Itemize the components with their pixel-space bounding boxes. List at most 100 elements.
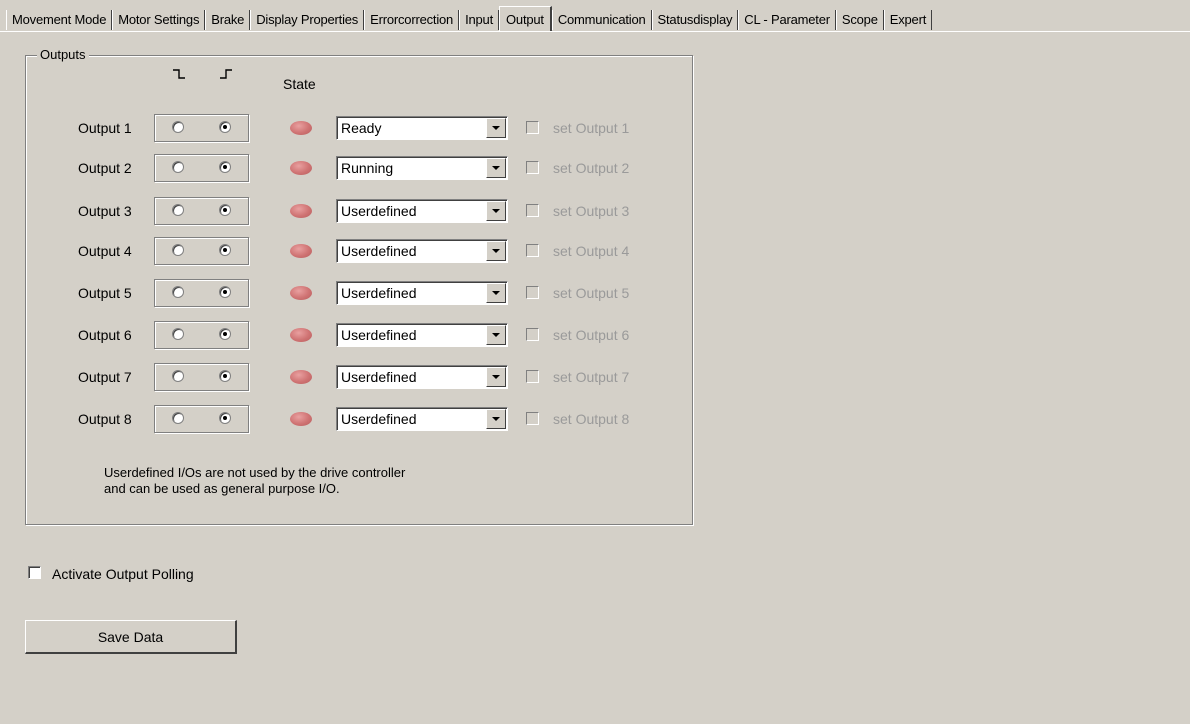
output-5-label: Output 5 bbox=[78, 285, 132, 301]
output-8-falling-edge-radio[interactable] bbox=[172, 412, 184, 424]
output-7-function-value: Userdefined bbox=[341, 369, 417, 385]
state-column-header: State bbox=[283, 76, 316, 92]
output-3-falling-edge-radio[interactable] bbox=[172, 204, 184, 216]
output-5-function-select[interactable]: Userdefined bbox=[336, 281, 508, 305]
output-4-label: Output 4 bbox=[78, 243, 132, 259]
tab-strip: Movement Mode Motor Settings Brake Display … bbox=[0, 0, 1190, 34]
output-row: Output 1 Ready set Output 1 bbox=[0, 114, 700, 142]
userdefined-note-line2: and can be used as general purpose I/O. bbox=[104, 481, 340, 496]
output-3-rising-edge-radio[interactable] bbox=[219, 204, 231, 216]
output-6-rising-edge-radio[interactable] bbox=[219, 328, 231, 340]
tab-communication[interactable]: Communication bbox=[551, 10, 652, 30]
save-data-button[interactable]: Save Data bbox=[25, 620, 237, 654]
output-3-function-value: Userdefined bbox=[341, 203, 417, 219]
output-1-function-select[interactable]: Ready bbox=[336, 116, 508, 140]
set-output-4-checkbox[interactable] bbox=[526, 244, 539, 257]
set-output-2-checkbox[interactable] bbox=[526, 161, 539, 174]
chevron-down-icon[interactable] bbox=[486, 325, 506, 345]
output-row: Output 5 Userdefined set Output 5 bbox=[0, 279, 700, 307]
output-7-function-select[interactable]: Userdefined bbox=[336, 365, 508, 389]
output-row: Output 7 Userdefined set Output 7 bbox=[0, 363, 700, 391]
tab-movement-mode[interactable]: Movement Mode bbox=[6, 10, 113, 30]
output-7-edge-group bbox=[154, 363, 249, 391]
output-5-state-led-icon bbox=[290, 286, 312, 300]
output-1-falling-edge-radio[interactable] bbox=[172, 121, 184, 133]
chevron-down-icon[interactable] bbox=[486, 158, 506, 178]
output-5-falling-edge-radio[interactable] bbox=[172, 286, 184, 298]
output-4-falling-edge-radio[interactable] bbox=[172, 244, 184, 256]
output-row: Output 4 Userdefined set Output 4 bbox=[0, 237, 700, 265]
set-output-1-label: set Output 1 bbox=[553, 120, 630, 136]
output-row: Output 3 Userdefined set Output 3 bbox=[0, 197, 700, 225]
tab-scope[interactable]: Scope bbox=[835, 10, 884, 30]
output-4-rising-edge-radio[interactable] bbox=[219, 244, 231, 256]
output-2-rising-edge-radio[interactable] bbox=[219, 161, 231, 173]
set-output-8-checkbox[interactable] bbox=[526, 412, 539, 425]
outputs-group-title: Outputs bbox=[37, 47, 89, 62]
tab-cl-parameter[interactable]: CL - Parameter bbox=[738, 10, 836, 30]
chevron-down-icon[interactable] bbox=[486, 201, 506, 221]
set-output-3-label: set Output 3 bbox=[553, 203, 630, 219]
output-3-state-led-icon bbox=[290, 204, 312, 218]
output-row: Output 8 Userdefined set Output 8 bbox=[0, 405, 700, 433]
output-1-rising-edge-radio[interactable] bbox=[219, 121, 231, 133]
tab-expert[interactable]: Expert bbox=[883, 10, 933, 30]
tab-statusdisplay[interactable]: Statusdisplay bbox=[651, 10, 739, 30]
tab-brake[interactable]: Brake bbox=[205, 10, 251, 30]
tab-row: Movement Mode Motor Settings Brake Display … bbox=[6, 6, 933, 32]
output-3-function-select[interactable]: Userdefined bbox=[336, 199, 508, 223]
activate-output-polling-checkbox[interactable] bbox=[28, 566, 41, 579]
tab-motor-settings[interactable]: Motor Settings bbox=[112, 10, 206, 30]
set-output-7-checkbox[interactable] bbox=[526, 370, 539, 383]
tab-input[interactable]: Input bbox=[459, 10, 499, 30]
output-6-edge-group bbox=[154, 321, 249, 349]
output-7-rising-edge-radio[interactable] bbox=[219, 370, 231, 382]
output-6-function-select[interactable]: Userdefined bbox=[336, 323, 508, 347]
output-8-edge-group bbox=[154, 405, 249, 433]
tab-strip-divider bbox=[0, 31, 1190, 32]
output-3-edge-group bbox=[154, 197, 249, 225]
set-output-3-checkbox[interactable] bbox=[526, 204, 539, 217]
falling-edge-icon bbox=[173, 69, 185, 79]
chevron-down-icon[interactable] bbox=[486, 283, 506, 303]
output-5-rising-edge-radio[interactable] bbox=[219, 286, 231, 298]
output-8-function-value: Userdefined bbox=[341, 411, 417, 427]
set-output-5-checkbox[interactable] bbox=[526, 286, 539, 299]
output-2-function-value: Running bbox=[341, 160, 394, 176]
output-4-function-select[interactable]: Userdefined bbox=[336, 239, 508, 263]
set-output-6-checkbox[interactable] bbox=[526, 328, 539, 341]
set-output-1-checkbox[interactable] bbox=[526, 121, 539, 134]
output-5-function-value: Userdefined bbox=[341, 285, 417, 301]
output-2-label: Output 2 bbox=[78, 160, 132, 176]
output-row: Output 2 Running set Output 2 bbox=[0, 154, 700, 182]
rising-edge-icon bbox=[220, 69, 232, 79]
output-2-function-select[interactable]: Running bbox=[336, 156, 508, 180]
tab-output[interactable]: Output bbox=[499, 6, 552, 32]
tab-errorcorrection[interactable]: Errorcorrection bbox=[364, 10, 460, 30]
output-2-falling-edge-radio[interactable] bbox=[172, 161, 184, 173]
output-8-state-led-icon bbox=[290, 412, 312, 426]
output-4-function-value: Userdefined bbox=[341, 243, 417, 259]
output-8-function-select[interactable]: Userdefined bbox=[336, 407, 508, 431]
output-1-edge-group bbox=[154, 114, 249, 142]
activate-output-polling-label[interactable]: Activate Output Polling bbox=[52, 566, 194, 582]
output-8-rising-edge-radio[interactable] bbox=[219, 412, 231, 424]
chevron-down-icon[interactable] bbox=[486, 367, 506, 387]
output-7-falling-edge-radio[interactable] bbox=[172, 370, 184, 382]
output-6-falling-edge-radio[interactable] bbox=[172, 328, 184, 340]
output-1-state-led-icon bbox=[290, 121, 312, 135]
set-output-7-label: set Output 7 bbox=[553, 369, 630, 385]
output-2-edge-group bbox=[154, 154, 249, 182]
output-1-function-value: Ready bbox=[341, 120, 382, 136]
userdefined-note: Userdefined I/Os are not used by the dri… bbox=[104, 465, 524, 497]
output-row: Output 6 Userdefined set Output 6 bbox=[0, 321, 700, 349]
tab-display-properties[interactable]: Display Properties bbox=[250, 10, 365, 30]
output-1-label: Output 1 bbox=[78, 120, 132, 136]
chevron-down-icon[interactable] bbox=[486, 241, 506, 261]
set-output-5-label: set Output 5 bbox=[553, 285, 630, 301]
output-2-state-led-icon bbox=[290, 161, 312, 175]
output-6-state-led-icon bbox=[290, 328, 312, 342]
output-6-label: Output 6 bbox=[78, 327, 132, 343]
chevron-down-icon[interactable] bbox=[486, 118, 506, 138]
chevron-down-icon[interactable] bbox=[486, 409, 506, 429]
